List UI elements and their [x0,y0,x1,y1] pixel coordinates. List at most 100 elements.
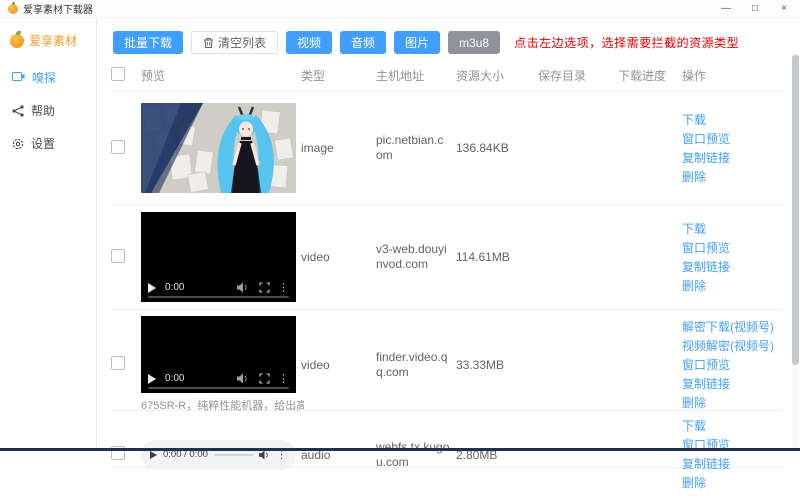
delete-link[interactable]: 删除 [682,277,777,295]
play-icon[interactable] [150,451,157,459]
brand-name: 爱享素材 [29,32,77,49]
volume-icon[interactable] [259,450,270,460]
window-title: 爱享素材下载器 [23,1,93,16]
host-cell: webfs.tx.kugou.com [376,434,456,476]
brand: 爱享素材 [0,28,96,61]
clear-list-button[interactable]: 清空列表 [191,31,278,54]
fullscreen-icon[interactable] [259,373,270,384]
video-player[interactable]: 0:00 ⋮ [141,316,296,393]
seek-bar[interactable] [214,454,253,456]
col-savedir: 保存目录 [538,67,618,84]
orange-logo-icon [10,34,24,48]
table-row: image pic.netbian.com 136.84KB 下载 窗口预览 复… [111,92,783,205]
volume-icon[interactable] [237,282,249,293]
delete-link[interactable]: 删除 [682,474,777,492]
video-time: 0:00 [165,282,184,293]
more-options-icon[interactable]: ⋮ [278,283,289,293]
share-icon [12,105,24,117]
sidebar: 爱享素材 嗅探 帮助 设置 [0,18,97,449]
seek-bar[interactable] [148,296,289,298]
more-options-icon[interactable]: ⋮ [278,374,289,384]
row-checkbox[interactable] [111,356,125,370]
copy-link-link[interactable]: 复制链接 [682,258,777,276]
copy-link-link[interactable]: 复制链接 [682,375,777,393]
window-preview-link[interactable]: 窗口预览 [682,436,777,454]
table-row: 0:00 / 0:00 ⋮ audio webfs.tx.kugou.com 2… [111,411,783,468]
sidebar-item-label: 设置 [31,135,55,152]
more-options-icon[interactable]: ⋮ [276,450,287,460]
actions-cell: 下载 窗口预览 复制链接 删除 [682,411,783,498]
toolbar: 批量下载 清空列表 视频 音频 图片 m3u8 点击左边选项，选择需要拦截的资源… [113,31,800,54]
decrypt-download-link[interactable]: 解密下载(视频号) [682,318,777,336]
table-row: 0:00 ⋮ [111,205,783,310]
sidebar-item-help[interactable]: 帮助 [0,94,96,127]
fullscreen-icon[interactable] [259,282,270,293]
minimize-button[interactable]: — [720,3,732,14]
filter-audio-button[interactable]: 音频 [340,31,386,54]
resource-table: 预览 类型 主机地址 资源大小 保存目录 下载进度 操作 [111,62,783,468]
progress-cell [618,251,682,263]
video-monitor-icon [12,72,25,83]
main-panel: 批量下载 清空列表 视频 音频 图片 m3u8 点击左边选项，选择需要拦截的资源… [97,18,800,449]
scrollbar-thumb[interactable] [792,55,799,365]
actions-cell: 解密下载(视频号) 视频解密(视频号) 窗口预览 复制链接 删除 [682,312,783,418]
play-icon[interactable] [148,374,156,384]
filter-hint-text: 点击左边选项，选择需要拦截的资源类型 [514,34,739,51]
video-caption: 675SR-R，纯粹性能机器，给出高性能跑车的新 [141,397,304,413]
savedir-cell [538,359,618,371]
size-cell: 2.80MB [456,442,538,468]
window-controls: — □ × [720,3,792,14]
sidebar-item-label: 帮助 [31,102,55,119]
type-cell: audio [301,442,376,468]
vertical-scrollbar[interactable] [792,52,799,448]
host-cell: pic.netbian.com [376,127,456,169]
filter-video-button[interactable]: 视频 [286,31,332,54]
type-cell: image [301,135,376,161]
audio-player[interactable]: 0:00 / 0:00 ⋮ [141,440,296,470]
host-cell: finder.video.qq.com [376,344,456,386]
delete-link[interactable]: 删除 [682,394,777,412]
download-link[interactable]: 下载 [682,417,777,435]
type-cell: video [301,352,376,378]
copy-link-link[interactable]: 复制链接 [682,149,777,167]
copy-link-link[interactable]: 复制链接 [682,455,777,473]
window-preview-link[interactable]: 窗口预览 [682,239,777,257]
size-cell: 136.84KB [456,135,538,161]
seek-bar[interactable] [148,387,289,389]
table-row: 0:00 ⋮ 675SR- [111,310,783,411]
savedir-cell [538,251,618,263]
size-cell: 33.33MB [456,352,538,378]
row-checkbox[interactable] [111,140,125,154]
image-thumbnail[interactable] [141,103,296,193]
sidebar-item-settings[interactable]: 设置 [0,127,96,160]
col-preview: 预览 [141,67,301,84]
play-icon[interactable] [148,283,156,293]
maximize-button[interactable]: □ [749,3,761,14]
volume-icon[interactable] [237,373,249,384]
size-cell: 114.61MB [456,244,538,270]
batch-download-button[interactable]: 批量下载 [113,31,183,54]
download-link[interactable]: 下载 [682,111,777,129]
filter-image-button[interactable]: 图片 [394,31,440,54]
host-cell: v3-web.douyinvod.com [376,236,456,278]
type-cell: video [301,244,376,270]
delete-link[interactable]: 删除 [682,168,777,186]
video-decrypt-link[interactable]: 视频解密(视频号) [682,337,777,355]
download-link[interactable]: 下载 [682,220,777,238]
trash-icon [203,37,214,49]
row-checkbox[interactable] [111,249,125,263]
video-player[interactable]: 0:00 ⋮ [141,212,296,302]
savedir-cell [538,142,618,154]
col-host: 主机地址 [376,67,456,84]
window-preview-link[interactable]: 窗口预览 [682,130,777,148]
actions-cell: 下载 窗口预览 复制链接 删除 [682,105,783,192]
select-all-checkbox[interactable] [111,67,125,81]
table-header: 预览 类型 主机地址 资源大小 保存目录 下载进度 操作 [111,62,783,92]
col-progress: 下载进度 [618,67,682,84]
close-button[interactable]: × [778,3,790,14]
filter-m3u8-button[interactable]: m3u8 [448,31,500,54]
window-preview-link[interactable]: 窗口预览 [682,356,777,374]
gear-icon [12,138,24,150]
progress-cell [618,142,682,154]
sidebar-item-sniff[interactable]: 嗅探 [0,61,96,94]
